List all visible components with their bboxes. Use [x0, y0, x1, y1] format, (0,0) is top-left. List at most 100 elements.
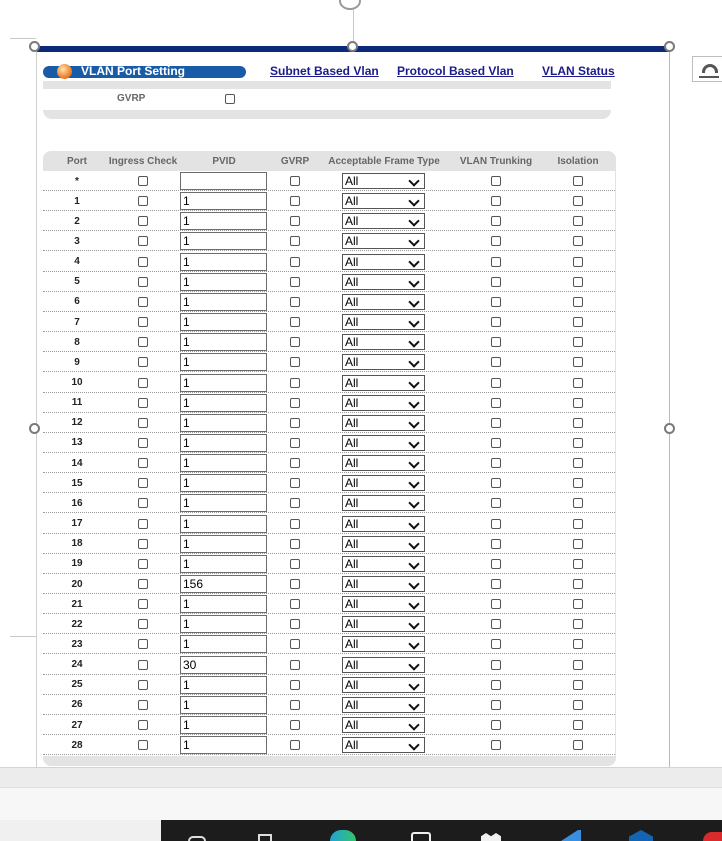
gvrp-checkbox[interactable] [290, 176, 300, 186]
pvid-input[interactable]: 1 [180, 474, 267, 493]
ingress-check-checkbox[interactable] [138, 720, 148, 731]
pvid-input[interactable]: 1 [180, 615, 267, 634]
isolation-checkbox[interactable] [573, 216, 583, 227]
frame-type-select[interactable]: All [342, 233, 425, 250]
frame-type-select[interactable]: All [342, 596, 425, 613]
isolation-checkbox[interactable] [573, 417, 583, 428]
pvid-input[interactable]: 1 [180, 514, 267, 533]
isolation-checkbox[interactable] [573, 498, 583, 509]
ingress-check-checkbox[interactable] [138, 296, 148, 307]
gvrp-checkbox[interactable] [290, 740, 300, 751]
gvrp-checkbox[interactable] [290, 478, 300, 489]
isolation-checkbox[interactable] [573, 276, 583, 287]
isolation-checkbox[interactable] [573, 176, 583, 186]
vlan-trunking-checkbox[interactable] [491, 458, 501, 469]
pvid-input[interactable]: 1 [180, 212, 267, 231]
gvrp-checkbox[interactable] [290, 659, 300, 670]
vlan-trunking-checkbox[interactable] [491, 176, 501, 186]
frame-type-select[interactable]: All [342, 314, 425, 331]
vlan-trunking-checkbox[interactable] [491, 538, 501, 549]
frame-type-select[interactable]: All [342, 213, 425, 230]
pvid-input[interactable]: 1 [180, 675, 267, 694]
pvid-input[interactable]: 1 [180, 272, 267, 291]
frame-type-select[interactable]: All [342, 374, 425, 391]
vlan-trunking-checkbox[interactable] [491, 478, 501, 489]
isolation-checkbox[interactable] [573, 377, 583, 388]
vlan-trunking-checkbox[interactable] [491, 236, 501, 247]
gvrp-checkbox[interactable] [290, 216, 300, 227]
task-view-icon[interactable] [258, 834, 272, 841]
isolation-checkbox[interactable] [573, 659, 583, 670]
pvid-input[interactable]: 1 [180, 353, 267, 372]
frame-type-select[interactable]: All [342, 616, 425, 633]
gvrp-checkbox[interactable] [290, 579, 300, 589]
vlan-trunking-checkbox[interactable] [491, 397, 501, 408]
edge-browser-icon[interactable] [330, 830, 356, 841]
vlan-trunking-checkbox[interactable] [491, 558, 501, 569]
ingress-check-checkbox[interactable] [138, 196, 148, 207]
vlan-trunking-checkbox[interactable] [491, 720, 501, 731]
vlan-trunking-checkbox[interactable] [491, 377, 501, 388]
gvrp-checkbox[interactable] [290, 417, 300, 428]
vlan-trunking-checkbox[interactable] [491, 679, 501, 690]
vlan-trunking-checkbox[interactable] [491, 659, 501, 670]
isolation-checkbox[interactable] [573, 357, 583, 368]
isolation-checkbox[interactable] [573, 558, 583, 569]
isolation-checkbox[interactable] [573, 720, 583, 731]
frame-type-select[interactable]: All [342, 334, 425, 351]
gvrp-checkbox[interactable] [290, 679, 300, 690]
frame-type-select[interactable]: All [342, 455, 425, 472]
frame-type-select[interactable]: All [342, 676, 425, 693]
resize-handle-middle-left[interactable] [29, 423, 40, 434]
gvrp-checkbox[interactable] [290, 458, 300, 469]
pvid-input[interactable]: 1 [180, 554, 267, 573]
gvrp-checkbox[interactable] [290, 720, 300, 731]
pvid-input[interactable]: 30 [180, 655, 267, 674]
isolation-checkbox[interactable] [573, 196, 583, 207]
frame-type-select[interactable]: All [342, 253, 425, 270]
gvrp-checkbox[interactable] [290, 599, 300, 610]
gvrp-checkbox[interactable] [290, 558, 300, 569]
pvid-input[interactable]: 1 [180, 192, 267, 211]
resize-handle-top-right[interactable] [664, 41, 675, 52]
pvid-input[interactable]: 1 [180, 716, 267, 735]
pvid-input[interactable]: 1 [180, 373, 267, 392]
pvid-input[interactable]: 1 [180, 413, 267, 432]
horizontal-scrollbar[interactable] [0, 767, 722, 788]
isolation-checkbox[interactable] [573, 699, 583, 710]
pvid-input[interactable]: 1 [180, 534, 267, 553]
gvrp-checkbox[interactable] [290, 699, 300, 710]
ingress-check-checkbox[interactable] [138, 518, 148, 529]
isolation-checkbox[interactable] [573, 518, 583, 529]
vlan-trunking-checkbox[interactable] [491, 437, 501, 448]
ingress-check-checkbox[interactable] [138, 317, 148, 328]
gvrp-checkbox[interactable] [290, 498, 300, 509]
isolation-checkbox[interactable] [573, 740, 583, 751]
ingress-check-checkbox[interactable] [138, 538, 148, 549]
frame-type-select[interactable]: All [342, 495, 425, 512]
ingress-check-checkbox[interactable] [138, 437, 148, 448]
frame-type-select[interactable]: All [342, 555, 425, 572]
gvrp-checkbox[interactable] [290, 317, 300, 328]
ingress-check-checkbox[interactable] [138, 377, 148, 388]
ingress-check-checkbox[interactable] [138, 276, 148, 287]
isolation-checkbox[interactable] [573, 317, 583, 328]
gvrp-global-checkbox[interactable] [225, 94, 235, 104]
frame-type-select[interactable]: All [342, 293, 425, 310]
ingress-check-checkbox[interactable] [138, 337, 148, 348]
pvid-input[interactable]: 156 [180, 575, 267, 593]
isolation-checkbox[interactable] [573, 337, 583, 348]
gvrp-checkbox[interactable] [290, 256, 300, 267]
frame-type-select[interactable]: All [342, 737, 425, 754]
isolation-checkbox[interactable] [573, 579, 583, 589]
vlan-trunking-checkbox[interactable] [491, 579, 501, 589]
vlan-trunking-checkbox[interactable] [491, 740, 501, 751]
isolation-checkbox[interactable] [573, 679, 583, 690]
gvrp-checkbox[interactable] [290, 196, 300, 207]
frame-type-select[interactable]: All [342, 434, 425, 451]
frame-type-select[interactable]: All [342, 535, 425, 552]
vlan-trunking-checkbox[interactable] [491, 699, 501, 710]
gvrp-checkbox[interactable] [290, 357, 300, 368]
pvid-input[interactable] [180, 172, 267, 190]
ingress-check-checkbox[interactable] [138, 397, 148, 408]
